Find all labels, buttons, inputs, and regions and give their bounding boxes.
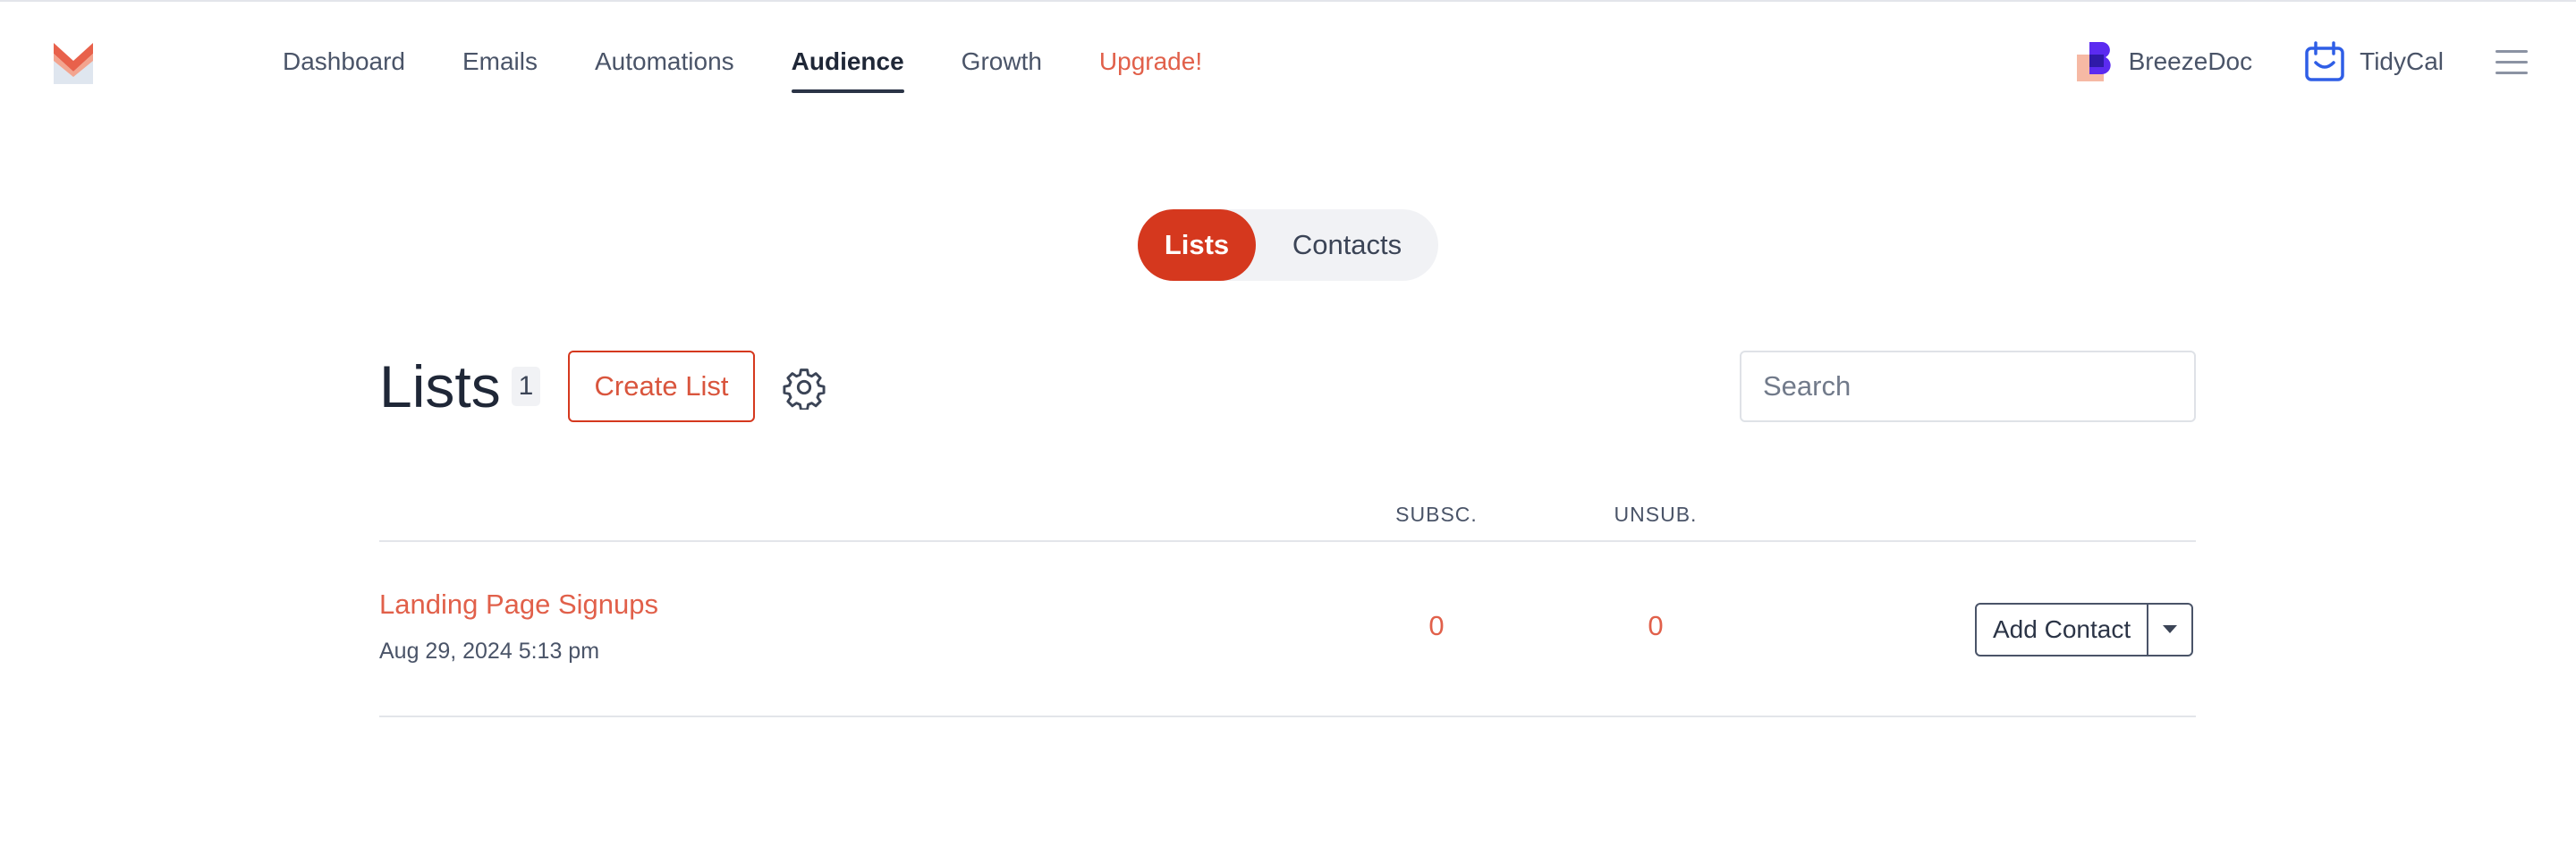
table-row: Landing Page Signups Aug 29, 2024 5:13 p… xyxy=(379,542,2196,717)
create-list-button[interactable]: Create List xyxy=(568,351,755,422)
app-logo-icon[interactable] xyxy=(52,41,95,84)
breezedoc-logo-icon xyxy=(2076,42,2111,81)
breezedoc-link[interactable]: BreezeDoc xyxy=(2075,40,2253,83)
list-created-date: Aug 29, 2024 5:13 pm xyxy=(379,639,600,664)
add-contact-button-group: Add Contact xyxy=(1975,603,2194,656)
nav-automations[interactable]: Automations xyxy=(595,2,734,122)
row-actions-dropdown-button[interactable] xyxy=(2148,603,2194,656)
nav-emails[interactable]: Emails xyxy=(462,2,538,122)
nav-growth[interactable]: Growth xyxy=(962,2,1042,122)
subscribed-count[interactable]: 0 xyxy=(1347,610,1526,642)
column-header-subscribed: SUBSC. xyxy=(1395,503,1478,526)
tab-lists[interactable]: Lists xyxy=(1138,209,1256,281)
search-input[interactable] xyxy=(1740,351,2196,422)
main-nav: Dashboard Emails Automations Audience Gr… xyxy=(283,2,1259,122)
lists-contacts-toggle: Lists Contacts xyxy=(1138,209,1438,281)
nav-upgrade[interactable]: Upgrade! xyxy=(1099,2,1202,122)
tidycal-link[interactable]: TidyCal xyxy=(2304,41,2444,82)
hamburger-menu-icon[interactable] xyxy=(2496,48,2528,75)
tab-contacts[interactable]: Contacts xyxy=(1256,209,1438,281)
caret-down-icon xyxy=(2163,625,2178,633)
top-navigation-bar: Dashboard Emails Automations Audience Gr… xyxy=(0,2,2576,122)
page-title: Lists xyxy=(379,353,501,419)
header-app-links: BreezeDoc TidyCal xyxy=(2075,2,2576,122)
settings-gear-icon[interactable] xyxy=(782,365,826,411)
unsubscribed-count[interactable]: 0 xyxy=(1566,610,1745,642)
nav-dashboard[interactable]: Dashboard xyxy=(283,2,405,122)
tidycal-label: TidyCal xyxy=(2360,47,2444,75)
list-name-link[interactable]: Landing Page Signups xyxy=(379,589,658,621)
add-contact-button[interactable]: Add Contact xyxy=(1975,603,2149,656)
list-count-badge: 1 xyxy=(512,367,540,406)
tidycal-calendar-icon xyxy=(2305,41,2344,81)
column-header-unsubscribed: UNSUB. xyxy=(1614,503,1698,526)
table-header: SUBSC. UNSUB. xyxy=(379,490,2196,542)
breezedoc-label: BreezeDoc xyxy=(2128,47,2253,75)
nav-audience[interactable]: Audience xyxy=(791,2,904,122)
